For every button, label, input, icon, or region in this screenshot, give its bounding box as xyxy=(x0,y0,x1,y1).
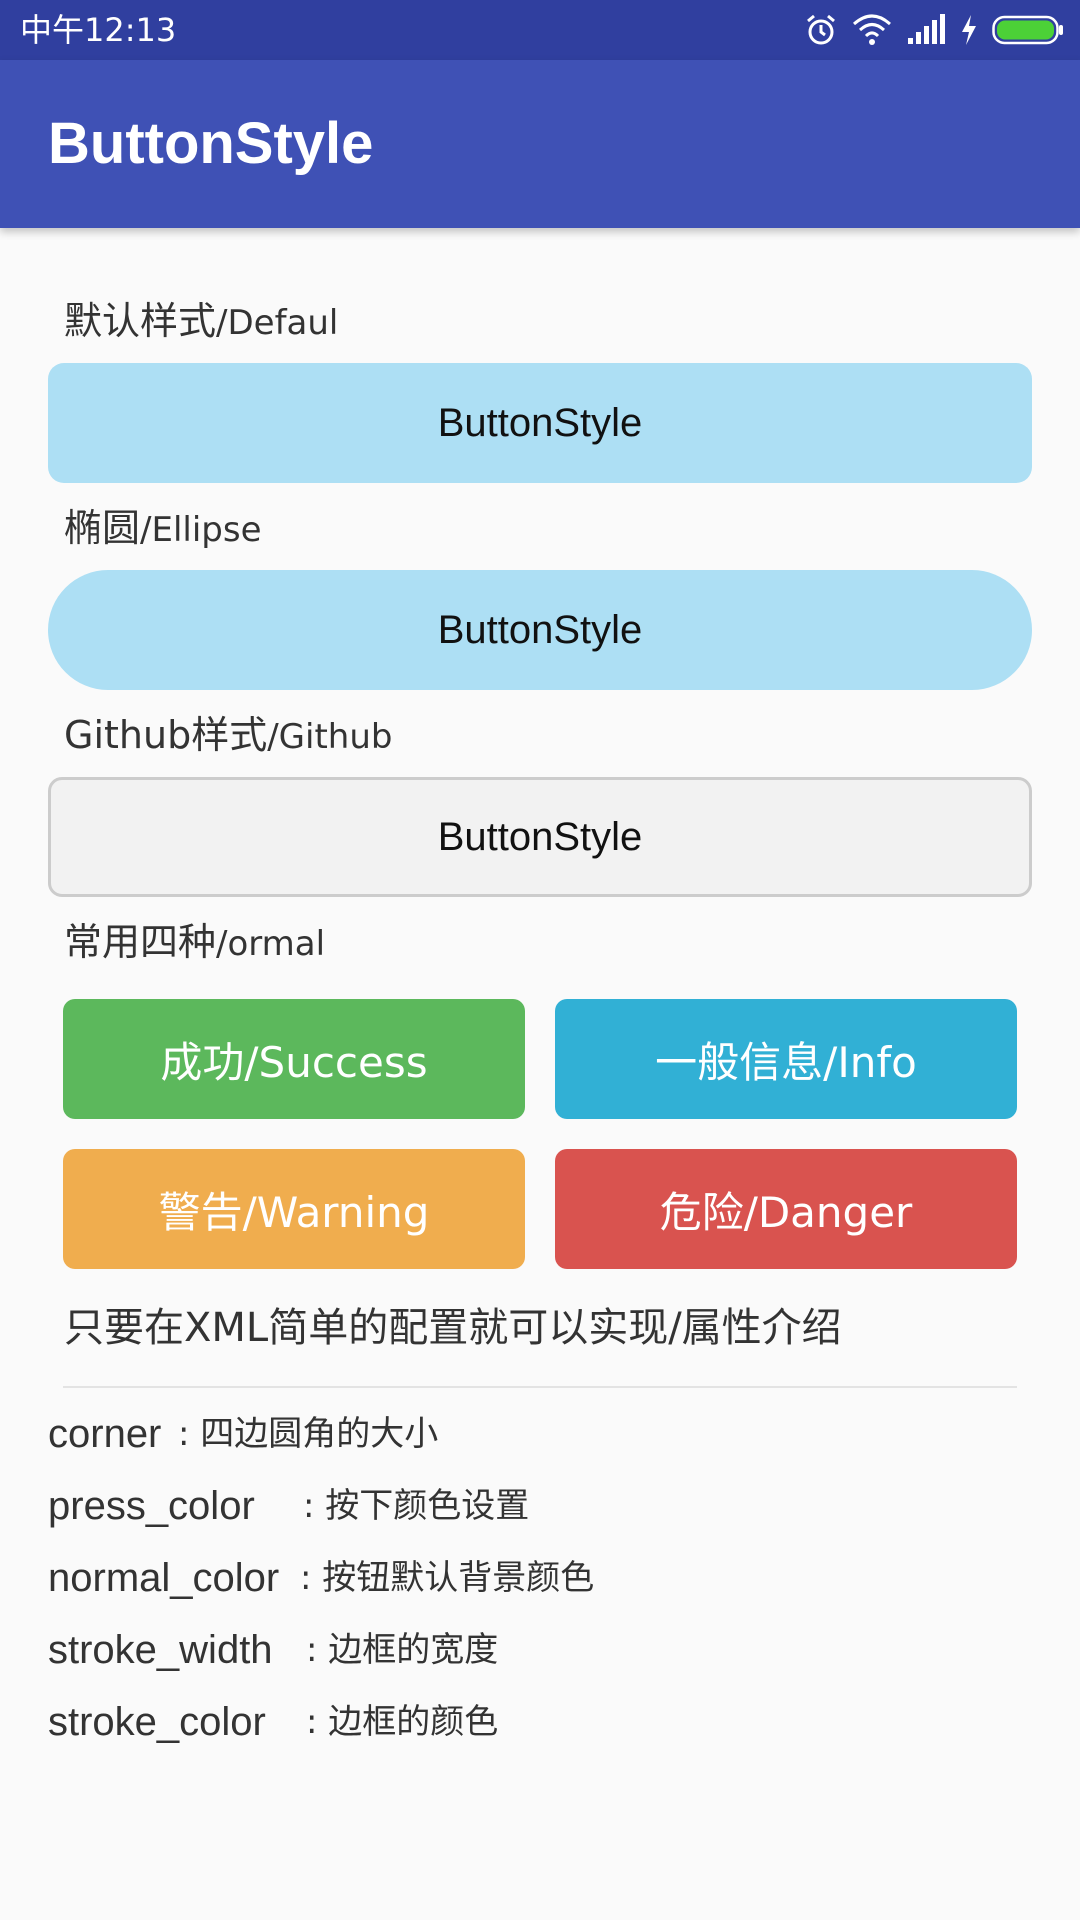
section-label-normal-en: /ormal xyxy=(216,924,326,964)
battery-icon xyxy=(992,14,1064,46)
warning-button[interactable]: 警告/Warning xyxy=(63,1149,525,1269)
default-style-button[interactable]: ButtonStyle xyxy=(48,363,1032,483)
attribute-desc: : 边框的颜色 xyxy=(306,1702,499,1742)
status-bar: 中午12:13 xyxy=(0,0,1080,60)
section-label-default: 默认样式/Defaul xyxy=(64,297,338,347)
section-label-ellipse-en: /Ellipse xyxy=(140,510,262,550)
charging-icon xyxy=(960,14,978,46)
attribute-name: stroke_color xyxy=(48,1700,266,1744)
section-label-github-en: /Github xyxy=(267,717,393,757)
section-label-normal-cn: 常用四种 xyxy=(64,920,217,964)
attribute-name: stroke_width xyxy=(48,1628,273,1672)
attribute-name: corner xyxy=(48,1412,162,1456)
status-time: 中午12:13 xyxy=(20,11,177,49)
attribute-name: press_color xyxy=(48,1484,255,1528)
attribute-name: normal_color xyxy=(48,1556,280,1600)
section-label-github-cn: Github样式 xyxy=(64,713,268,757)
divider xyxy=(63,1386,1017,1388)
info-button[interactable]: 一般信息/Info xyxy=(555,999,1017,1119)
app-bar: ButtonStyle xyxy=(0,60,1080,228)
signal-icon xyxy=(906,14,946,46)
section-label-normal: 常用四种/ormal xyxy=(64,918,325,968)
section-label-default-en: /Defaul xyxy=(216,303,339,343)
section-label-github: Github样式/Github xyxy=(64,711,392,761)
attribute-desc: : 边框的宽度 xyxy=(306,1630,499,1670)
attribute-desc: : 四边圆角的大小 xyxy=(178,1414,439,1454)
status-icons xyxy=(804,10,1064,50)
section-label-ellipse-cn: 椭圆 xyxy=(64,506,141,550)
section-label-ellipse: 椭圆/Ellipse xyxy=(64,504,262,554)
config-note: 只要在XML简单的配置就可以实现/属性介绍 xyxy=(64,1305,842,1351)
github-style-button[interactable]: ButtonStyle xyxy=(48,777,1032,897)
wifi-icon xyxy=(852,14,892,46)
alarm-icon xyxy=(804,13,838,47)
success-button[interactable]: 成功/Success xyxy=(63,999,525,1119)
ellipse-style-button[interactable]: ButtonStyle xyxy=(48,570,1032,690)
danger-button[interactable]: 危险/Danger xyxy=(555,1149,1017,1269)
app-title: ButtonStyle xyxy=(48,111,374,176)
attribute-desc: : 按钮默认背景颜色 xyxy=(300,1558,595,1598)
attribute-desc: : 按下颜色设置 xyxy=(303,1486,530,1526)
section-label-default-cn: 默认样式 xyxy=(64,299,217,343)
